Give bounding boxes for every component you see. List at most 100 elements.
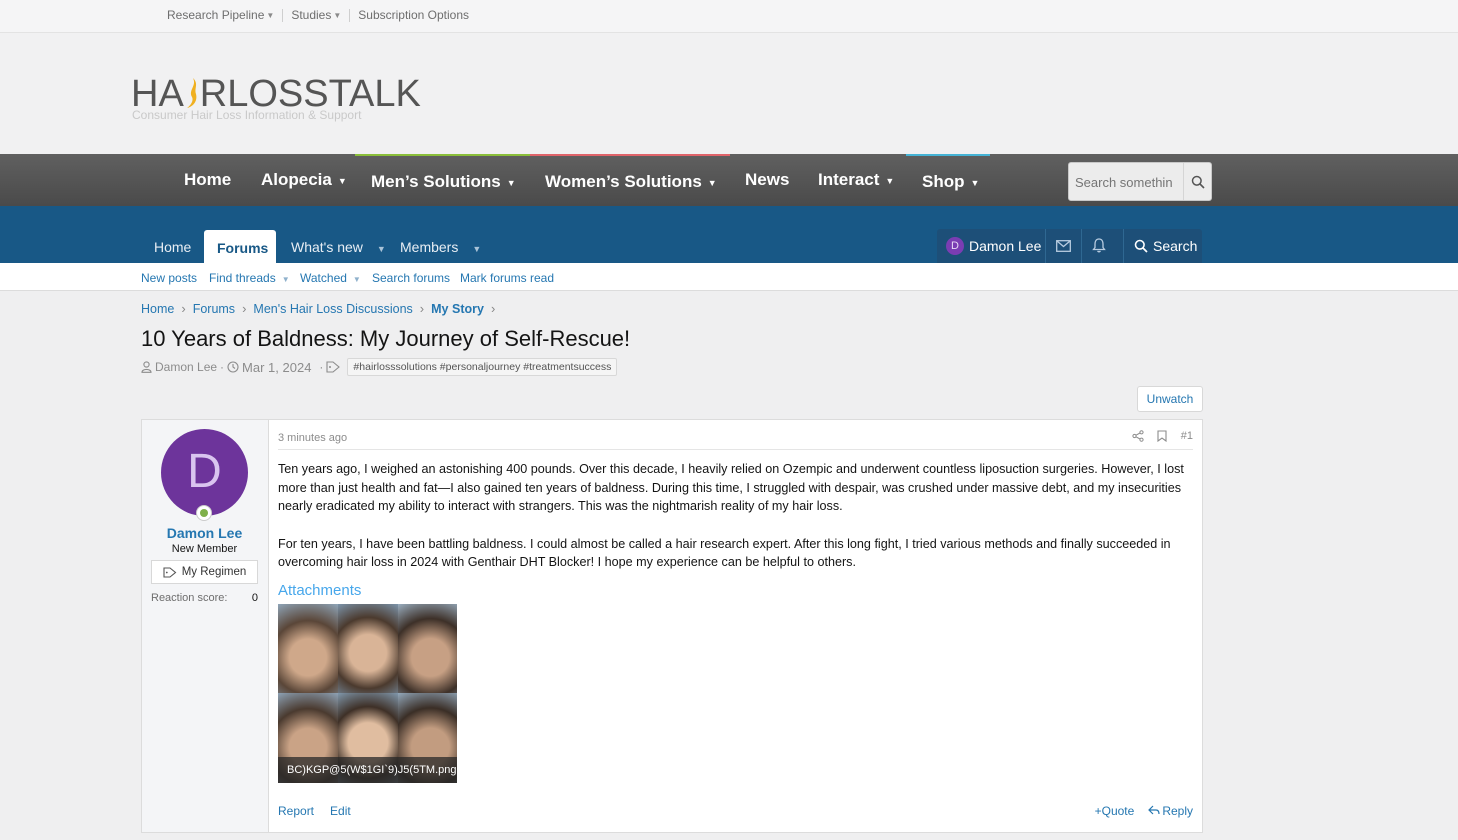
quote-label: Quote (1101, 804, 1135, 818)
quote-button[interactable]: +Quote (1095, 804, 1135, 818)
tag-icon (326, 361, 341, 373)
attachment-thumbnail[interactable]: BC)KGP@5(W$1GI`9)J5(5TM.png (278, 604, 457, 783)
sub-nav-search-forums[interactable]: Search forums (372, 271, 450, 285)
caret-down-icon: ▼ (333, 10, 342, 20)
sub-nav-find-threads[interactable]: Find threads ▼ (209, 271, 290, 285)
post: D Damon Lee New Member My Regimen Reacti… (141, 419, 1203, 833)
my-regimen-button[interactable]: My Regimen (151, 560, 258, 584)
main-nav-news[interactable]: News (745, 170, 789, 190)
sub-nav-new-posts[interactable]: New posts (141, 271, 197, 285)
forum-nav-whats-new[interactable]: What's new ▼ (291, 239, 386, 255)
post-username[interactable]: Damon Lee (142, 525, 267, 541)
mens-accent-bar (355, 154, 530, 156)
main-nav-label: Alopecia (261, 170, 332, 189)
top-link-label: Studies (291, 8, 332, 22)
report-link[interactable]: Report (278, 804, 314, 818)
search-icon (1134, 239, 1148, 253)
breadcrumb-forums[interactable]: Forums (193, 302, 235, 316)
post-content: Ten years ago, I weighed an astonishing … (278, 460, 1198, 591)
inbox-icon[interactable] (1056, 239, 1071, 257)
thread-date[interactable]: Mar 1, 2024 (242, 360, 311, 375)
header-search-box (1068, 162, 1212, 201)
post-number[interactable]: #1 (1181, 430, 1193, 442)
bookmark-icon[interactable] (1157, 430, 1167, 442)
caret-down-icon[interactable]: ▼ (282, 275, 290, 284)
top-link-studies[interactable]: Studies ▼ (291, 8, 349, 22)
tag-icon (163, 566, 177, 578)
attachments-heading: Attachments (278, 582, 362, 599)
meta-dot: · (220, 360, 225, 374)
chevron-right-icon: › (242, 301, 247, 316)
reply-button[interactable]: Reply (1148, 804, 1193, 818)
plus-icon: + (1094, 804, 1102, 818)
main-nav-home[interactable]: Home (184, 170, 231, 190)
clock-icon (227, 361, 239, 373)
post-body: 3 minutes ago #1 Ten years ago, I weighe… (269, 420, 1202, 832)
main-nav: Home Alopecia ▼ Men’s Solutions ▼ Women’s … (0, 154, 1458, 206)
header-search-input[interactable] (1075, 171, 1179, 193)
main-nav-alopecia[interactable]: Alopecia ▼ (261, 170, 347, 190)
caret-down-icon[interactable]: ▼ (472, 244, 481, 254)
top-link-label: Research Pipeline (167, 8, 265, 22)
post-paragraph: For ten years, I have been battling bald… (278, 536, 1171, 570)
unwatch-button[interactable]: Unwatch (1137, 386, 1203, 412)
post-footer-right: +Quote Reply (1095, 804, 1193, 818)
thumbnail-tile (398, 604, 457, 693)
top-link-subscription-options[interactable]: Subscription Options (358, 8, 477, 22)
caret-down-icon[interactable]: ▼ (377, 244, 386, 254)
forum-nav-home[interactable]: Home (154, 239, 191, 255)
search-icon[interactable] (1183, 163, 1211, 200)
post-time[interactable]: 3 minutes ago (278, 432, 347, 444)
page-title: 10 Years of Baldness: My Journey of Self… (141, 326, 631, 351)
caret-down-icon[interactable]: ▼ (353, 275, 361, 284)
main-nav-mens-solutions[interactable]: Men’s Solutions ▼ (371, 172, 516, 192)
thread-tags[interactable]: #hairlosssolutions #personaljourney #tre… (347, 358, 618, 376)
main-nav-interact[interactable]: Interact ▼ (818, 170, 894, 190)
avatar[interactable]: D (946, 237, 964, 255)
reaction-score-value: 0 (251, 592, 258, 604)
post-tools: #1 (1132, 430, 1193, 442)
breadcrumb-mens-hair-loss[interactable]: Men's Hair Loss Discussions (253, 302, 412, 316)
my-regimen-label: My Regimen (181, 566, 247, 578)
caret-down-icon: ▼ (885, 175, 895, 186)
user-menu-link[interactable]: Damon Lee (969, 238, 1041, 254)
forum-nav-members[interactable]: Members ▼ (400, 239, 481, 255)
tab-forums[interactable]: Forums (204, 230, 276, 263)
post-footer-left: Report Edit (278, 804, 351, 818)
main-nav-womens-solutions[interactable]: Women’s Solutions ▼ (545, 172, 717, 192)
breadcrumb-my-story[interactable]: My Story (431, 302, 484, 316)
top-link-label: Subscription Options (358, 8, 469, 22)
top-links: Research Pipeline ▼ Studies ▼ Subscription… (167, 8, 477, 22)
main-nav-shop[interactable]: Shop ▼ (922, 172, 979, 192)
forum-search-button[interactable]: Search (1134, 238, 1197, 254)
reply-icon (1148, 805, 1160, 815)
caret-down-icon: ▼ (506, 177, 516, 188)
sub-nav-watched[interactable]: Watched ▼ (300, 271, 361, 285)
divider (1045, 229, 1046, 263)
share-icon[interactable] (1132, 430, 1144, 442)
sub-nav-mark-forums-read[interactable]: Mark forums read (460, 271, 554, 285)
sub-nav-label: Watched (300, 271, 347, 285)
main-nav-label: Men’s Solutions (371, 172, 501, 191)
caret-down-icon: ▼ (266, 10, 275, 20)
forum-nav-label: Members (400, 239, 459, 255)
main-nav-label: Shop (922, 172, 965, 191)
chevron-right-icon: › (490, 301, 496, 316)
caret-down-icon: ▼ (970, 177, 980, 188)
thread-author[interactable]: Damon Lee (155, 360, 217, 374)
main-nav-label: News (745, 170, 790, 189)
caret-down-icon: ▼ (707, 177, 717, 188)
forum-search-label: Search (1153, 238, 1198, 254)
reply-label: Reply (1162, 804, 1193, 818)
edit-link[interactable]: Edit (330, 804, 351, 818)
top-link-research-pipeline[interactable]: Research Pipeline ▼ (167, 8, 282, 22)
attachment-filename: BC)KGP@5(W$1GI`9)J5(5TM.png (278, 757, 457, 783)
main-nav-label: Women’s Solutions (545, 172, 702, 191)
divider (1081, 229, 1082, 263)
bell-icon[interactable] (1092, 238, 1106, 258)
avatar[interactable]: D (161, 429, 248, 516)
breadcrumb-home[interactable]: Home (141, 302, 174, 316)
online-status-icon (196, 505, 212, 521)
sub-nav-label: Find threads (209, 271, 276, 285)
chevron-right-icon: › (419, 301, 425, 316)
